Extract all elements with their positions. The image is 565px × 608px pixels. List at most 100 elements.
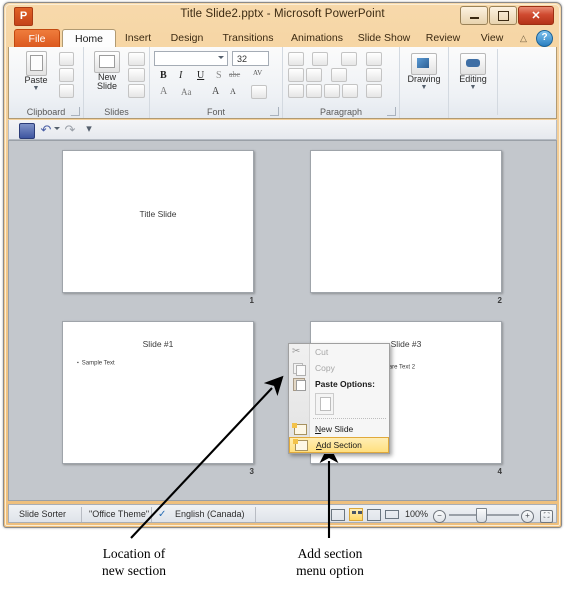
increase-indent-icon[interactable] xyxy=(306,68,322,82)
drawing-label: Drawing xyxy=(407,74,441,84)
slide-3-title: Slide #1 xyxy=(142,339,174,349)
character-spacing-button[interactable]: AV xyxy=(253,69,262,77)
numbering-icon[interactable] xyxy=(312,52,328,66)
slide-thumbnail-3[interactable]: Slide #1 Sample Text xyxy=(62,321,254,464)
font-group-label: Font xyxy=(206,107,225,117)
customize-qat-icon[interactable]: ▾ xyxy=(82,123,96,137)
line-spacing-icon[interactable] xyxy=(341,52,357,66)
context-menu-item-add-section[interactable]: Add Section xyxy=(289,437,389,453)
minimize-button[interactable] xyxy=(460,6,488,25)
slide-layout-icon[interactable] xyxy=(128,52,145,66)
paste-icon xyxy=(25,51,47,76)
undo-dropdown-arrow[interactable] xyxy=(54,127,60,130)
decrease-font-size-button[interactable]: A xyxy=(230,87,236,96)
context-menu-separator xyxy=(313,418,386,419)
drawing-button[interactable]: Drawing ▼ xyxy=(405,53,443,92)
clear-formatting-icon[interactable] xyxy=(251,85,267,99)
clipboard-dialog-launcher[interactable] xyxy=(71,107,80,116)
font-color-button[interactable]: A xyxy=(160,86,167,97)
justify-icon[interactable] xyxy=(342,84,358,98)
ribbon-group-drawing: Drawing ▼ xyxy=(399,47,448,118)
reading-view-button[interactable] xyxy=(367,508,381,521)
slide-reset-icon[interactable] xyxy=(128,68,145,82)
caption-1-line1: Location of xyxy=(102,546,166,561)
status-language[interactable]: English (Canada) xyxy=(175,509,245,519)
caption-location-of-new-section: Location of new section xyxy=(54,546,214,580)
bullets-icon[interactable] xyxy=(288,52,304,66)
underline-button[interactable]: U xyxy=(197,70,204,81)
ribbon-group-editing: Editing ▼ xyxy=(448,47,497,118)
decrease-indent-icon[interactable] xyxy=(288,68,304,82)
format-painter-icon[interactable] xyxy=(59,84,74,98)
maximize-button[interactable] xyxy=(489,6,517,25)
cut-icon[interactable] xyxy=(59,52,74,66)
slide-show-button[interactable] xyxy=(385,508,399,521)
text-shadow-button[interactable]: S xyxy=(216,70,222,81)
help-icon[interactable]: ? xyxy=(536,30,553,47)
tab-review[interactable]: Review xyxy=(418,29,468,48)
slide-thumbnail-2[interactable] xyxy=(310,150,502,293)
font-name-dropdown-arrow[interactable] xyxy=(154,51,228,66)
zoom-out-button[interactable]: − xyxy=(433,510,446,523)
context-menu-item-copy[interactable]: Copy xyxy=(289,360,389,376)
normal-view-button[interactable] xyxy=(331,508,345,521)
new-slide-icon xyxy=(292,423,307,435)
context-menu-item-cut[interactable]: ✂ Cut xyxy=(289,344,389,360)
zoom-in-button[interactable]: + xyxy=(521,510,534,523)
slide-context-menu[interactable]: ✂ Cut Copy Paste Options: New Slide Add … xyxy=(288,343,390,454)
zoom-level-label[interactable]: 100% xyxy=(405,509,428,519)
save-icon[interactable] xyxy=(19,123,35,139)
new-slide-button[interactable]: New Slide xyxy=(90,51,124,92)
context-menu-item-new-slide[interactable]: New Slide xyxy=(289,421,389,437)
italic-button[interactable]: I xyxy=(179,70,182,81)
context-menu-paste-option-row[interactable] xyxy=(289,392,389,416)
status-theme-name[interactable]: "Office Theme" xyxy=(89,509,149,519)
columns-icon[interactable] xyxy=(331,68,347,82)
paste-keep-formatting-icon[interactable] xyxy=(315,393,334,415)
quick-access-toolbar: ↶ ↷ ▾ xyxy=(8,120,557,140)
copy-icon[interactable] xyxy=(59,68,74,82)
caption-2-line1: Add section xyxy=(297,546,363,561)
spellcheck-icon[interactable]: ✓ xyxy=(158,509,166,520)
redo-icon[interactable]: ↷ xyxy=(63,123,77,137)
context-menu-item-paste-options: Paste Options: xyxy=(289,376,389,392)
slide-number-3: 3 xyxy=(249,467,254,476)
slide-sorter-view-button[interactable] xyxy=(349,508,363,521)
undo-icon[interactable]: ↶ xyxy=(39,123,53,137)
paste-button[interactable]: Paste ▼ xyxy=(17,51,55,93)
tab-slide-show[interactable]: Slide Show xyxy=(352,29,416,48)
align-text-icon[interactable] xyxy=(366,68,382,82)
change-case-button[interactable]: Aa xyxy=(181,87,192,97)
slide-section-icon[interactable] xyxy=(128,84,145,98)
align-center-icon[interactable] xyxy=(306,84,322,98)
ribbon: Paste ▼ Clipboard New Slide Slides 32 B … xyxy=(8,47,557,119)
increase-font-size-button[interactable]: A xyxy=(212,86,219,97)
convert-smartart-icon[interactable] xyxy=(366,84,382,98)
caption-add-section-menu-option: Add section menu option xyxy=(250,546,410,580)
slide-sorter-work-area[interactable]: Title Slide 1 2 Slide #1 Sample Text 3 S… xyxy=(8,140,557,501)
font-dialog-launcher[interactable] xyxy=(270,107,279,116)
tab-animations[interactable]: Animations xyxy=(284,29,350,48)
align-right-icon[interactable] xyxy=(324,84,340,98)
tab-transitions[interactable]: Transitions xyxy=(214,29,282,48)
text-direction-icon[interactable] xyxy=(366,52,382,66)
bold-button[interactable]: B xyxy=(160,70,167,81)
paragraph-group-label: Paragraph xyxy=(319,107,363,117)
align-left-icon[interactable] xyxy=(288,84,304,98)
editing-button[interactable]: Editing ▼ xyxy=(454,53,492,92)
slide-thumbnail-1[interactable]: Title Slide xyxy=(62,150,254,293)
tab-view[interactable]: View xyxy=(470,29,514,48)
fit-to-window-icon[interactable]: ⛶ xyxy=(540,510,553,523)
collapse-ribbon-icon[interactable]: △ xyxy=(520,33,527,44)
slide-3-bullet: Sample Text xyxy=(77,360,115,367)
zoom-slider-handle[interactable] xyxy=(476,508,487,523)
tab-design[interactable]: Design xyxy=(162,29,212,48)
strikethrough-button[interactable]: abc xyxy=(229,70,240,79)
tab-insert[interactable]: Insert xyxy=(116,29,160,48)
tab-file[interactable]: File xyxy=(14,29,60,49)
close-button[interactable]: ✕ xyxy=(518,6,554,25)
paragraph-dialog-launcher[interactable] xyxy=(387,107,396,116)
status-divider-3 xyxy=(255,507,256,522)
font-size-input[interactable]: 32 xyxy=(232,51,269,66)
paste-label: Paste xyxy=(24,75,48,85)
